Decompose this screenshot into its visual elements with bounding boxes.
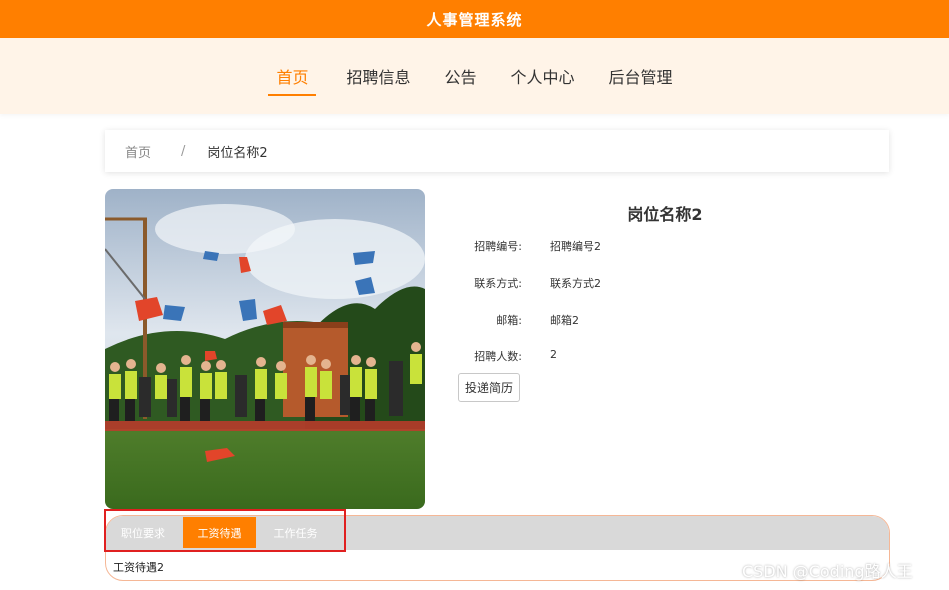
tab-job-requirements[interactable]: 职位要求 bbox=[108, 517, 178, 548]
app-title: 人事管理系统 bbox=[426, 10, 523, 29]
csdn-watermark: CSDN @Coding路人王 bbox=[742, 562, 913, 581]
field-label: 招聘人数: bbox=[474, 350, 522, 363]
field-label: 联系方式: bbox=[474, 277, 522, 290]
team-photo-illustration bbox=[105, 189, 425, 509]
field-label: 邮箱: bbox=[496, 314, 522, 327]
field-value: 2 bbox=[550, 348, 557, 361]
nav-item-home[interactable]: 首页 bbox=[268, 64, 317, 96]
nav-item-recruitment[interactable]: 招聘信息 bbox=[338, 64, 418, 96]
apply-resume-button[interactable]: 投递简历 bbox=[458, 373, 520, 402]
breadcrumb-current: 岗位名称2 bbox=[207, 145, 268, 161]
nav-item-announcements[interactable]: 公告 bbox=[436, 64, 484, 96]
nav-item-admin[interactable]: 后台管理 bbox=[601, 64, 681, 96]
breadcrumb-home-link[interactable]: 首页 bbox=[125, 142, 151, 161]
field-value: 联系方式2 bbox=[550, 277, 601, 290]
tab-salary[interactable]: 工资待遇 bbox=[183, 517, 256, 548]
main-navigation-band: 首页 招聘信息 公告 个人中心 后台管理 bbox=[0, 38, 949, 114]
field-row-headcount: 招聘人数: 2 bbox=[445, 348, 885, 368]
tab-strip: 职位要求 工资待遇 工作任务 bbox=[106, 516, 889, 550]
field-value: 招聘编号2 bbox=[550, 240, 601, 253]
tab-content: 工资待遇2 bbox=[113, 561, 164, 574]
field-row-recruitment-number: 招聘编号: 招聘编号2 bbox=[445, 238, 885, 258]
job-title: 岗位名称2 bbox=[627, 205, 703, 224]
tab-job-tasks[interactable]: 工作任务 bbox=[259, 517, 332, 548]
breadcrumb-separator: / bbox=[181, 143, 186, 159]
field-value: 邮箱2 bbox=[550, 314, 579, 327]
top-header-bar: 人事管理系统 bbox=[0, 0, 949, 38]
job-photo bbox=[105, 189, 425, 509]
field-row-email: 邮箱: 邮箱2 bbox=[445, 312, 885, 332]
main-nav: 首页 招聘信息 公告 个人中心 后台管理 bbox=[0, 64, 949, 96]
nav-item-profile[interactable]: 个人中心 bbox=[503, 64, 583, 96]
field-label: 招聘编号: bbox=[474, 240, 522, 253]
breadcrumb: 首页 / 岗位名称2 bbox=[105, 130, 889, 172]
field-row-contact: 联系方式: 联系方式2 bbox=[445, 275, 885, 295]
job-detail-panel: 岗位名称2 招聘编号: 招聘编号2 联系方式: 联系方式2 邮箱: 邮箱2 招聘… bbox=[445, 189, 885, 419]
